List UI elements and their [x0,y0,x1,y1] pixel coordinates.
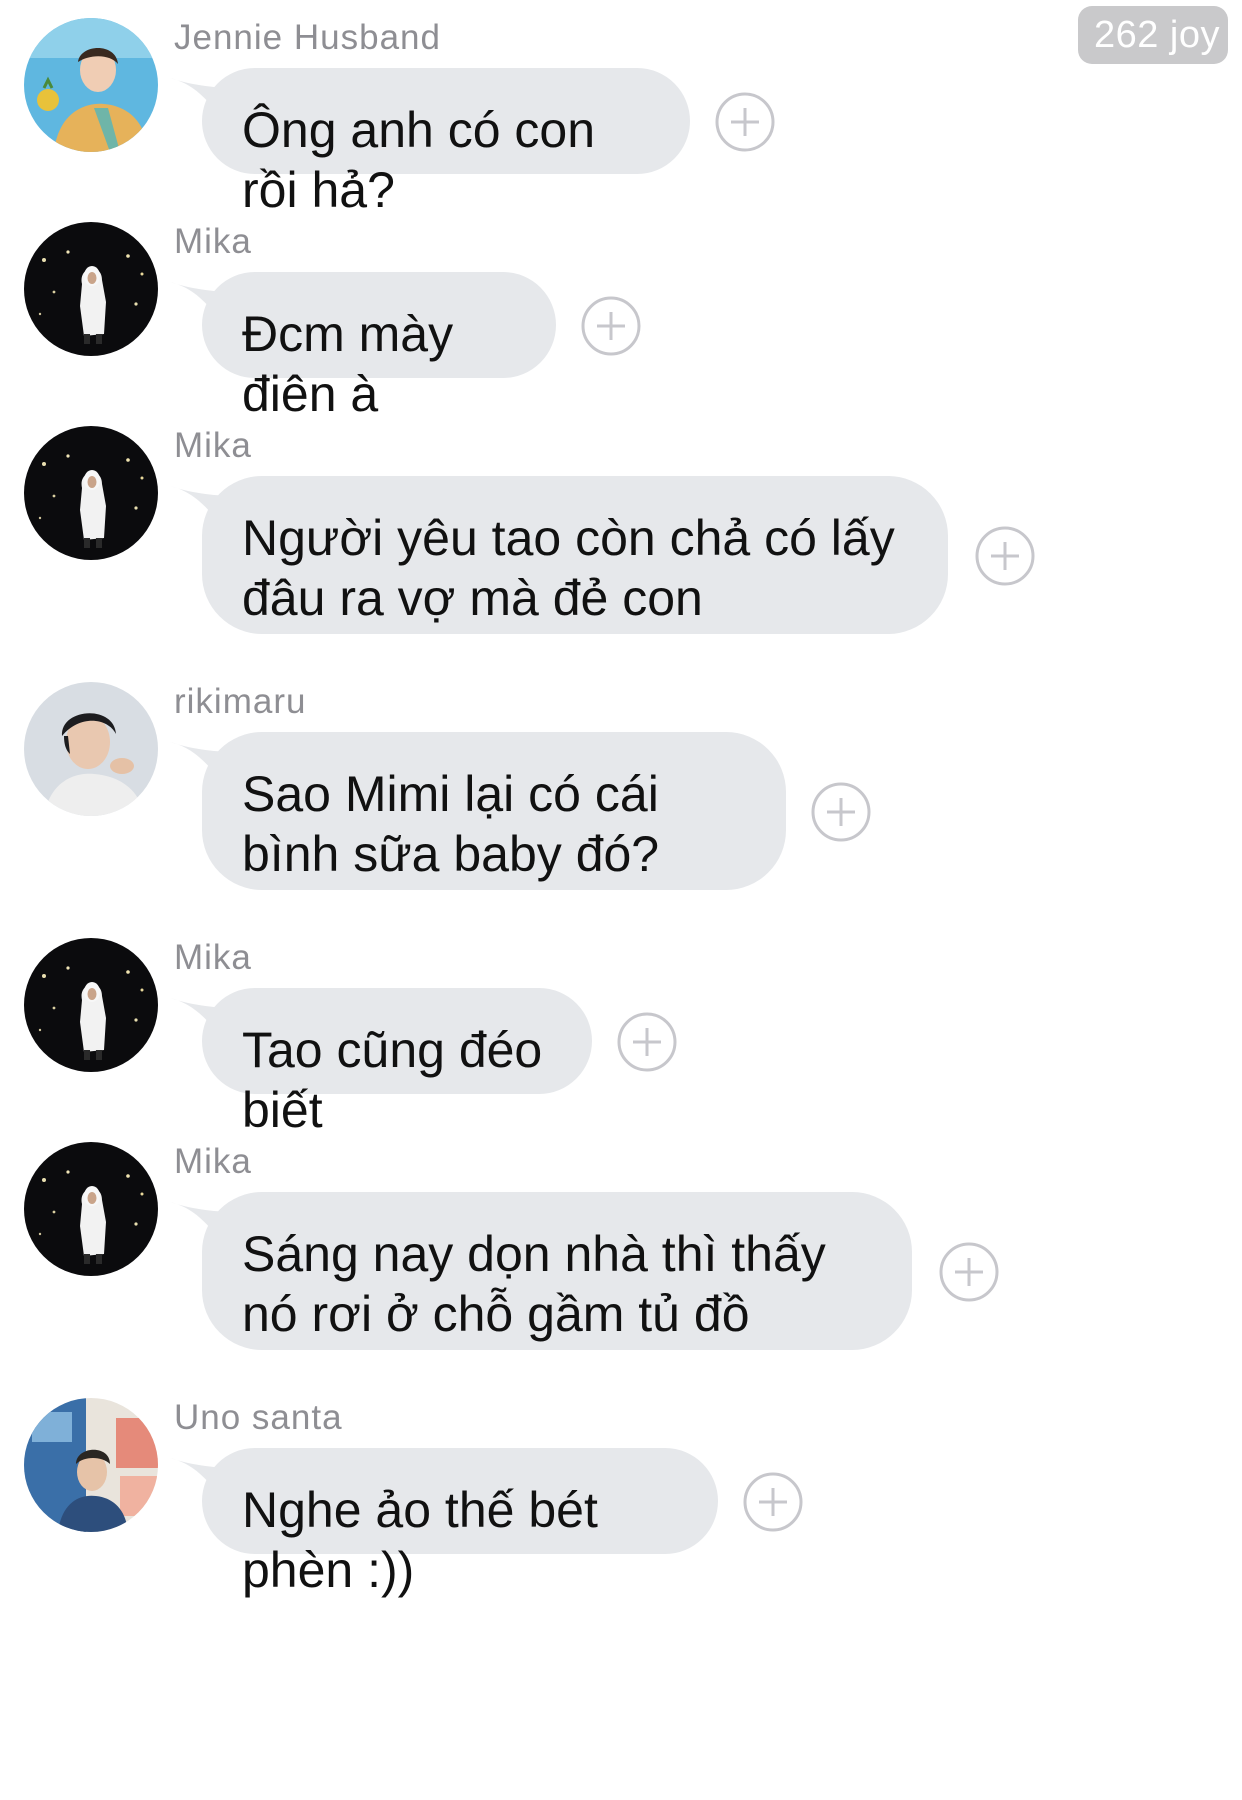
sender-name: rikimaru [174,682,307,721]
add-reaction-icon[interactable] [616,1011,678,1073]
add-reaction-icon[interactable] [938,1241,1000,1303]
joy-counter-badge[interactable]: 262 joy [1077,6,1228,64]
add-reaction-icon[interactable] [580,295,642,357]
add-reaction-icon[interactable] [810,781,872,843]
avatar-photo [24,1398,158,1532]
avatar-photo [24,938,158,1072]
message-bubble[interactable]: Đcm mày điên à [202,272,556,422]
avatar-photo [24,1142,158,1276]
sender-name: Mika [174,938,252,977]
message-bubble[interactable]: Sáng nay dọn nhà thì thấy nó rơi ở chỗ g… [202,1192,912,1350]
avatar-photo [24,426,158,560]
avatar[interactable] [24,1398,158,1532]
avatar[interactable] [24,18,158,152]
message-bubble[interactable]: Tao cũng đéo biết [202,988,592,1138]
avatar[interactable] [24,682,158,816]
avatar[interactable] [24,426,158,560]
avatar[interactable] [24,1142,158,1276]
avatar[interactable] [24,938,158,1072]
sender-name: Jennie Husband [174,18,441,57]
message-bubble[interactable]: Người yêu tao còn chả có lấy đâu ra vợ m… [202,476,948,634]
sender-name: Mika [174,426,252,465]
avatar[interactable] [24,222,158,356]
sender-name: Uno santa [174,1398,343,1437]
avatar-photo [24,682,158,816]
message-bubble[interactable]: Sao Mimi lại có cái bình sữa baby đó? [202,732,786,890]
add-reaction-icon[interactable] [742,1471,804,1533]
message-bubble[interactable]: Nghe ảo thế bét phèn :)) [202,1448,718,1598]
sender-name: Mika [174,1142,252,1181]
message-bubble[interactable]: Ông anh có con rồi hả? [202,68,690,218]
avatar-photo [24,18,158,152]
sender-name: Mika [174,222,252,261]
avatar-photo [24,222,158,356]
add-reaction-icon[interactable] [714,91,776,153]
add-reaction-icon[interactable] [974,525,1036,587]
